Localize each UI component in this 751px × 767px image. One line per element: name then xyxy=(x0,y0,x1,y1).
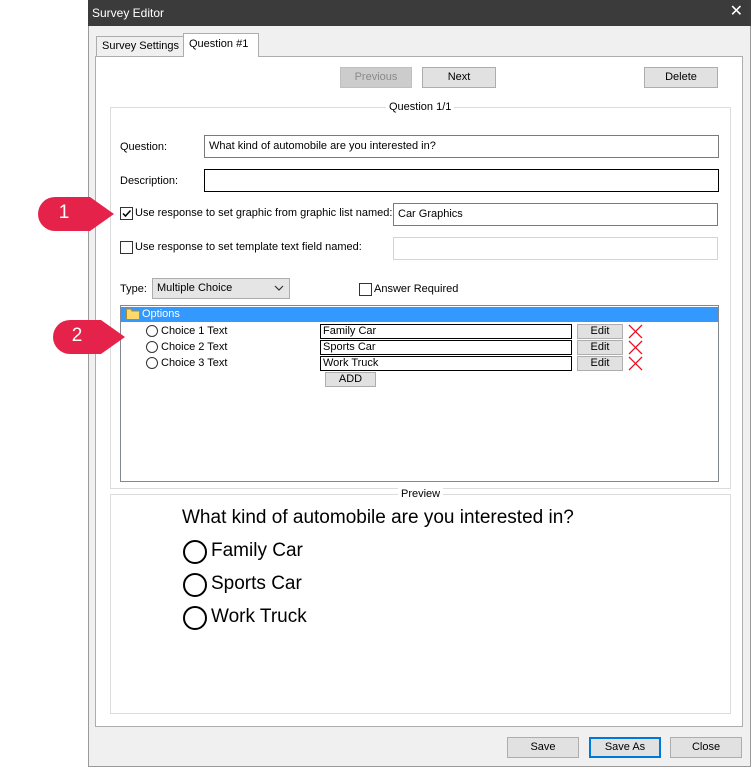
choice-3-edit-button[interactable]: Edit xyxy=(577,356,623,371)
graphic-list-checkbox-label: Use response to set graphic from graphic… xyxy=(135,207,393,219)
choice-2-label: Choice 2 Text xyxy=(161,341,228,353)
question-group-title: Question 1/1 xyxy=(386,101,455,113)
delete-icon[interactable] xyxy=(628,340,643,355)
choice-3-input[interactable]: Work Truck xyxy=(320,356,572,371)
preview-group-title: Preview xyxy=(398,488,444,500)
choice-1-input[interactable]: Family Car xyxy=(320,324,572,339)
tab-question-1-label: Question #1 xyxy=(189,38,249,50)
template-field-checkbox[interactable] xyxy=(120,241,133,254)
chevron-down-icon xyxy=(274,285,284,291)
preview-question: What kind of automobile are you interest… xyxy=(182,507,574,528)
next-button[interactable]: Next xyxy=(422,67,496,88)
delete-button[interactable]: Delete xyxy=(644,67,718,88)
callout-1-number: 1 xyxy=(58,202,70,223)
template-field-checkbox-label: Use response to set template text field … xyxy=(135,241,362,253)
tab-survey-settings[interactable]: Survey Settings xyxy=(96,36,184,56)
answer-required-label: Answer Required xyxy=(374,283,459,295)
preview-choice-1: Family Car xyxy=(211,540,303,561)
callout-1: 1 xyxy=(36,195,116,233)
close-icon[interactable]: ✕ xyxy=(730,2,743,22)
options-header-label: Options xyxy=(142,308,180,320)
graphic-list-checkbox[interactable] xyxy=(120,207,133,220)
previous-button[interactable]: Previous xyxy=(340,67,412,88)
add-option-button[interactable]: ADD xyxy=(325,372,376,387)
choice-1-label: Choice 1 Text xyxy=(161,325,228,337)
delete-icon[interactable] xyxy=(628,356,643,371)
checkmark-icon xyxy=(122,209,132,218)
answer-required-checkbox[interactable] xyxy=(359,283,372,296)
folder-icon xyxy=(126,308,140,320)
choice-1-radio[interactable] xyxy=(146,325,158,337)
tab-survey-settings-label: Survey Settings xyxy=(102,40,180,52)
choice-2-input[interactable]: Sports Car xyxy=(320,340,572,355)
template-field-input[interactable] xyxy=(393,237,718,260)
save-as-button[interactable]: Save As xyxy=(589,737,661,758)
question-input[interactable]: What kind of automobile are you interest… xyxy=(204,135,719,158)
preview-choice-2: Sports Car xyxy=(211,573,302,594)
preview-radio-1[interactable] xyxy=(183,540,207,564)
choice-3-label: Choice 3 Text xyxy=(161,357,228,369)
title-bar: Survey Editor ✕ xyxy=(88,0,751,26)
description-label: Description: xyxy=(120,175,179,187)
close-button[interactable]: Close xyxy=(670,737,742,758)
options-header[interactable]: Options xyxy=(121,307,718,322)
type-dropdown[interactable]: Multiple Choice xyxy=(152,278,290,299)
save-button[interactable]: Save xyxy=(507,737,579,758)
question-label: Question: xyxy=(120,141,168,153)
type-dropdown-value: Multiple Choice xyxy=(157,282,233,294)
window-title: Survey Editor xyxy=(92,6,165,20)
choice-2-radio[interactable] xyxy=(146,341,158,353)
callout-2: 2 xyxy=(51,318,127,356)
preview-radio-2[interactable] xyxy=(183,573,207,597)
description-input[interactable] xyxy=(204,169,719,192)
choice-2-edit-button[interactable]: Edit xyxy=(577,340,623,355)
type-label: Type: xyxy=(120,283,147,295)
delete-icon[interactable] xyxy=(628,324,643,339)
choice-3-radio[interactable] xyxy=(146,357,158,369)
tab-question-1[interactable]: Question #1 xyxy=(183,33,259,57)
callout-2-number: 2 xyxy=(71,325,83,346)
preview-radio-3[interactable] xyxy=(183,606,207,630)
preview-choice-3: Work Truck xyxy=(211,606,307,627)
choice-1-edit-button[interactable]: Edit xyxy=(577,324,623,339)
graphic-list-input[interactable]: Car Graphics xyxy=(393,203,718,226)
